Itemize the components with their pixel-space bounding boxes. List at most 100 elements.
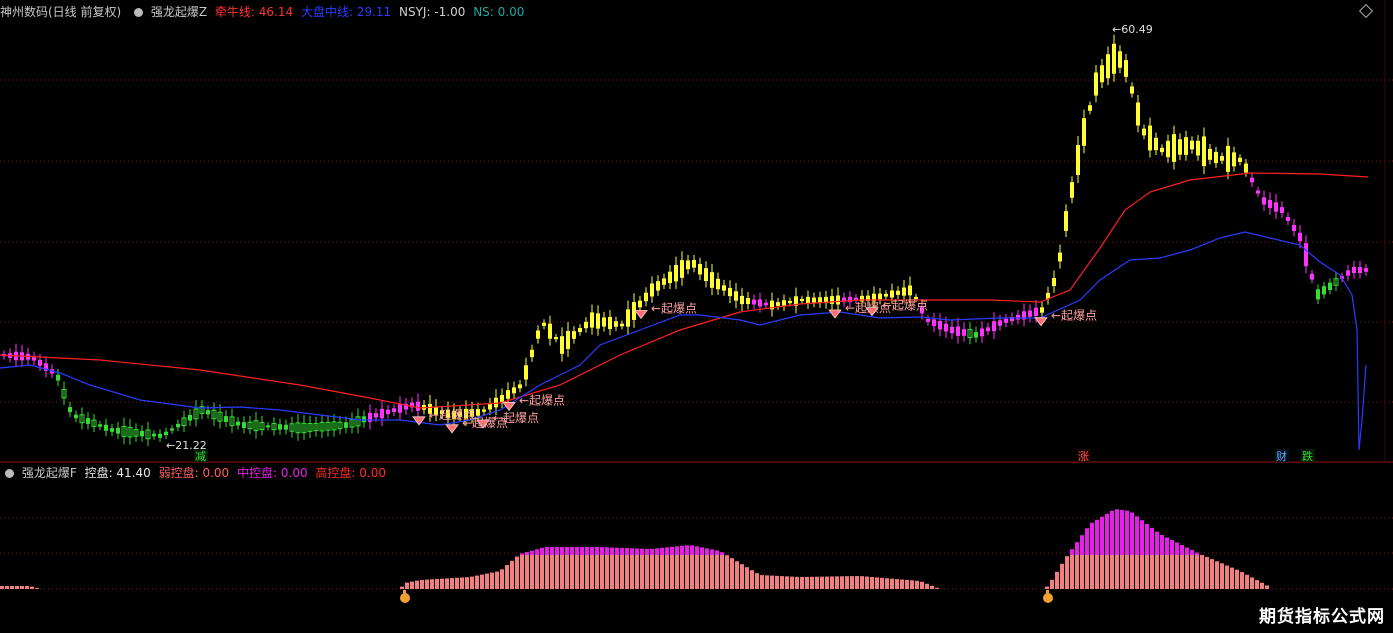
volume-bar	[610, 555, 614, 589]
volume-bar	[670, 555, 674, 589]
candle-body	[524, 365, 528, 380]
candle-body	[38, 359, 42, 366]
volume-bar	[865, 576, 869, 589]
stock-title: 神州数码(日线 前复权)	[0, 5, 122, 19]
candle-body	[206, 410, 210, 415]
volume-bar	[1180, 555, 1184, 589]
candle-body	[1352, 266, 1356, 274]
volume-bar	[1120, 555, 1124, 589]
volume-bar	[735, 561, 739, 589]
candle-body	[704, 268, 708, 282]
candle-body	[1232, 152, 1236, 167]
candle-body	[1004, 318, 1008, 323]
volume-bar	[860, 576, 864, 589]
volume-bar	[620, 555, 624, 589]
candle-body	[890, 290, 894, 298]
volume-bar-top	[660, 547, 664, 555]
candle-body	[164, 431, 168, 436]
candle-body	[158, 433, 162, 438]
volume-bar-top	[595, 547, 599, 555]
candle-body	[590, 312, 594, 328]
candle-body	[1226, 145, 1230, 172]
candle-body	[746, 298, 750, 304]
indicator-name[interactable]: 强龙起爆Z	[151, 5, 207, 19]
candle-body	[1100, 65, 1104, 83]
sub-indicator-name[interactable]: 强龙起爆F	[22, 466, 77, 480]
candle-body	[116, 427, 120, 434]
candle-body	[818, 297, 822, 303]
candle-body	[776, 302, 780, 306]
candle-body	[812, 297, 816, 303]
watermark: 期货指标公式网	[1259, 607, 1385, 627]
volume-bar	[615, 555, 619, 589]
candle-body	[668, 271, 672, 284]
volume-bar	[880, 577, 884, 589]
candle-body	[1136, 102, 1140, 126]
candle-body	[518, 384, 522, 389]
candle-body	[716, 278, 720, 290]
candle-body	[626, 309, 630, 327]
volume-bar	[5, 586, 9, 589]
candle-body	[1202, 136, 1206, 167]
volume-bar	[805, 576, 809, 589]
candle-body	[548, 323, 552, 339]
volume-bar-top	[705, 548, 709, 555]
candle-body	[698, 263, 702, 275]
control-value: 控盘: 41.40	[84, 466, 151, 480]
candle-body	[494, 397, 498, 408]
candle-body	[1268, 199, 1272, 209]
volume-bar-top	[600, 547, 604, 555]
volume-bar-top	[1160, 535, 1164, 555]
candle-body	[686, 260, 690, 270]
candle-body	[764, 302, 768, 306]
candle-body	[362, 416, 366, 423]
volume-bar-top	[555, 547, 559, 555]
volume-bar	[515, 556, 519, 589]
volume-bar	[845, 576, 849, 589]
candle-body	[566, 331, 570, 349]
sub-indicator-toggle-icon[interactable]	[5, 469, 14, 478]
candle-body	[242, 422, 246, 429]
volume-bar	[660, 555, 664, 589]
volume-bar	[570, 555, 574, 589]
volume-bar	[1130, 555, 1134, 589]
volume-bar	[700, 555, 704, 589]
volume-bar	[765, 575, 769, 589]
sub-panel-header: 强龙起爆F 控盘: 41.40 弱控盘: 0.00 中控盘: 0.00 高控盘:…	[0, 464, 390, 482]
candle-body	[98, 424, 102, 427]
candle-body	[728, 287, 732, 297]
volume-bar-top	[520, 553, 524, 555]
volume-bar-top	[1135, 516, 1139, 555]
volume-bar	[465, 577, 469, 589]
volume-bar	[35, 588, 39, 589]
candle-body	[188, 414, 192, 421]
volume-bar	[1050, 579, 1054, 589]
volume-bar	[415, 580, 419, 589]
candle-body	[1016, 314, 1020, 320]
bull-line	[0, 172, 1369, 409]
volume-bar	[445, 578, 449, 589]
chart-canvas[interactable]: ←起爆点←起爆点←起爆点←起爆点←起爆点←起爆点←起爆点←起爆点←60.49←2…	[0, 0, 1393, 633]
candle-body	[344, 422, 348, 428]
volume-bar-top	[525, 552, 529, 555]
volume-bar-top	[720, 552, 724, 555]
indicator-toggle-icon[interactable]	[134, 8, 144, 17]
volume-bar	[10, 586, 14, 589]
volume-bar	[1195, 555, 1199, 589]
candle-body	[380, 408, 384, 419]
volume-bar	[1145, 555, 1149, 589]
mid-control-value: 中控盘: 0.00	[237, 466, 308, 480]
candle-body	[674, 265, 678, 282]
volume-bar	[20, 586, 24, 589]
volume-bar	[1080, 555, 1084, 589]
volume-bar	[1190, 555, 1194, 589]
volume-bar	[800, 576, 804, 589]
burst-marker-icon	[634, 310, 648, 320]
burst-marker-icon	[412, 416, 426, 426]
volume-bar	[545, 555, 549, 589]
candle-body	[620, 323, 624, 327]
volume-bar-top	[690, 545, 694, 555]
candle-body	[1190, 140, 1194, 150]
burst-label: ←起爆点	[882, 299, 928, 313]
volume-bar-top	[615, 547, 619, 555]
